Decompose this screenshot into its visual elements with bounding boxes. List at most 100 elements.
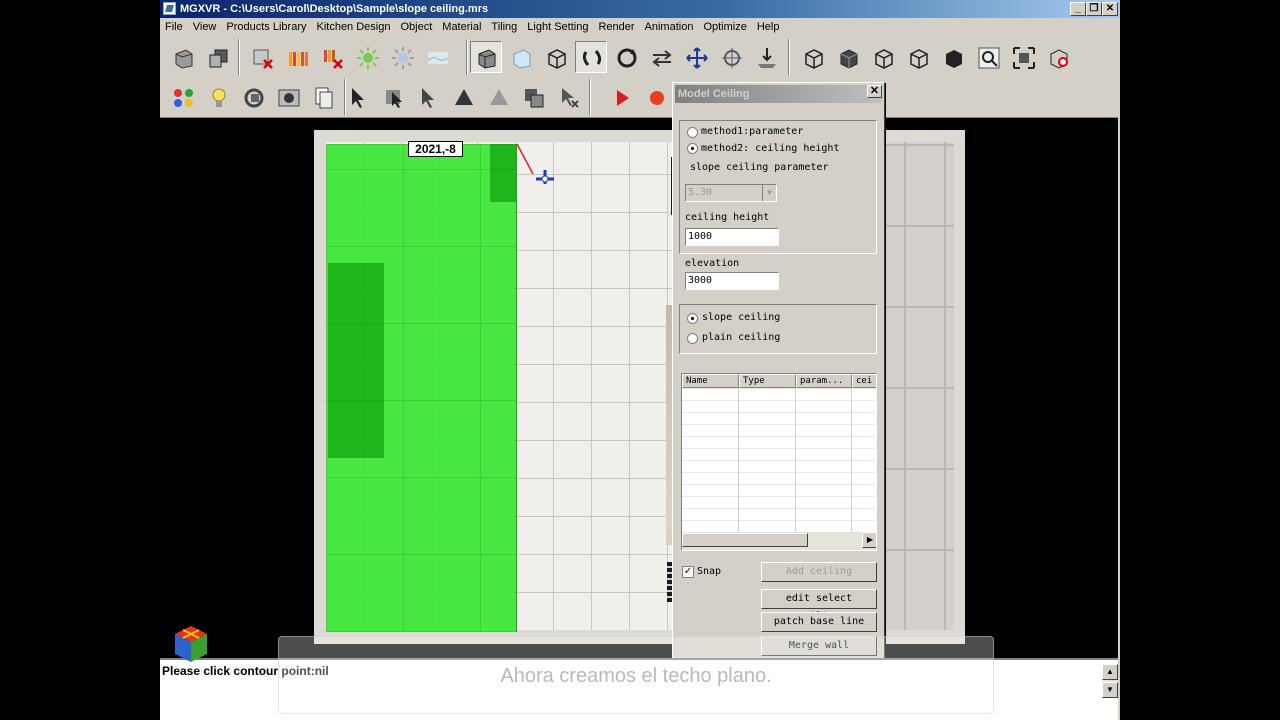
menu-light-setting[interactable]: Light Setting xyxy=(522,18,593,37)
add-ceiling-button[interactable]: Add ceiling xyxy=(761,562,877,582)
ceiling-list-table[interactable]: Name Type param... cei ▶ xyxy=(681,373,877,551)
method1-label: method1:parameter xyxy=(701,126,804,137)
window-title: MGXVR - C:\Users\Carol\Desktop\Sample\sl… xyxy=(180,3,489,15)
menu-optimize[interactable]: Optimize xyxy=(698,18,751,37)
cube-logo-icon xyxy=(175,626,207,662)
select-pointer-button[interactable] xyxy=(342,81,374,113)
camera-view-button[interactable] xyxy=(272,81,304,113)
title-bar: MGXVR - C:\Users\Carol\Desktop\Sample\sl… xyxy=(160,0,1120,18)
col-type[interactable]: Type xyxy=(739,374,796,388)
pyramid-button[interactable] xyxy=(482,81,514,113)
swap-button[interactable] xyxy=(645,41,677,73)
elevation-input[interactable]: 3000 xyxy=(685,272,779,290)
horizontal-scrollbar[interactable]: ▶ xyxy=(682,532,876,550)
status-scrollbar[interactable]: ▲ ▼ xyxy=(1102,664,1118,698)
app-window: MGXVR - C:\Users\Carol\Desktop\Sample\sl… xyxy=(160,0,1120,720)
col-name[interactable]: Name xyxy=(682,374,739,388)
method2-label: method2: ceiling height xyxy=(701,143,840,154)
col-param[interactable]: param... xyxy=(796,374,852,388)
environment-button[interactable] xyxy=(421,41,453,73)
menu-bar: File View Products Library Kitchen Design Ob… xyxy=(160,18,1120,37)
video-subtitle: Ahora creamos el techo plano. xyxy=(278,636,994,714)
method2-radio[interactable] xyxy=(687,143,698,154)
elevation-label: elevation xyxy=(685,258,740,269)
snap-checkbox[interactable]: ✓ xyxy=(682,566,694,578)
target-button[interactable] xyxy=(715,41,747,73)
add-object-button[interactable] xyxy=(167,41,199,73)
restore-button[interactable]: ❐ xyxy=(1086,2,1102,16)
select-move-button[interactable] xyxy=(377,81,409,113)
view-front-button[interactable] xyxy=(832,41,864,73)
method1-radio[interactable] xyxy=(687,127,698,138)
app-logo-icon xyxy=(163,2,176,15)
group-button[interactable] xyxy=(517,81,549,113)
scroll-right-icon[interactable]: ▶ xyxy=(862,532,876,548)
pan-button[interactable] xyxy=(680,41,712,73)
secondary-toolbar xyxy=(160,77,680,117)
menu-products-library[interactable]: Products Library xyxy=(221,18,311,37)
snap-label: Snap xyxy=(697,566,722,577)
slope-ceiling-radio[interactable] xyxy=(687,313,698,324)
close-button[interactable]: ✕ xyxy=(1102,2,1118,16)
move-cursor-icon xyxy=(516,144,554,184)
wireframe-button[interactable] xyxy=(540,41,572,73)
menu-kitchen-design[interactable]: Kitchen Design xyxy=(311,18,395,37)
select-3d-button[interactable] xyxy=(470,41,502,73)
plain-ceiling-radio[interactable] xyxy=(687,333,698,344)
light-effect-button[interactable] xyxy=(386,41,418,73)
view-right-button[interactable] xyxy=(902,41,934,73)
view-top-button[interactable] xyxy=(797,41,829,73)
record-button[interactable] xyxy=(640,81,672,113)
menu-animation[interactable]: Animation xyxy=(640,18,699,37)
menu-view[interactable]: View xyxy=(188,18,222,37)
ceiling-height-input[interactable]: 1000 xyxy=(685,228,779,246)
light-bulb-button[interactable] xyxy=(202,81,234,113)
minimize-button[interactable]: _ xyxy=(1070,2,1086,16)
dialog-title: Model Ceiling xyxy=(675,85,882,103)
zoom-extents-button[interactable] xyxy=(1007,41,1039,73)
copy-object-button[interactable] xyxy=(202,41,234,73)
chevron-down-icon: ▼ xyxy=(762,185,776,201)
ceiling-height-label: ceiling height xyxy=(685,212,770,223)
menu-tiling[interactable]: Tiling xyxy=(486,18,522,37)
sunlight-button[interactable] xyxy=(351,41,383,73)
menu-object[interactable]: Object xyxy=(395,18,437,37)
select-area-button[interactable] xyxy=(412,81,444,113)
model-ceiling-dialog: Model Ceiling ✕ method1:parameter method… xyxy=(672,82,885,696)
zoom-object-button[interactable] xyxy=(1042,41,1074,73)
play-button[interactable] xyxy=(605,81,637,113)
delete-wall-button[interactable] xyxy=(246,41,278,73)
menu-material[interactable]: Material xyxy=(437,18,486,37)
scroll-down-icon[interactable]: ▼ xyxy=(1102,682,1118,698)
material-balls-button[interactable] xyxy=(167,81,199,113)
edit-select-ceiling-button[interactable]: edit select ceiling xyxy=(761,589,877,622)
slope-param-select[interactable]: 5.30 ▼ xyxy=(685,184,777,202)
selected-ceiling-region[interactable] xyxy=(326,144,517,632)
view-left-button[interactable] xyxy=(867,41,899,73)
3d-viewport[interactable]: 2021,-8 xyxy=(160,117,1118,658)
col-ceiling[interactable]: cei xyxy=(852,374,876,388)
rotate-button[interactable] xyxy=(575,41,607,73)
slope-ceiling-label: slope ceiling xyxy=(702,312,781,323)
plain-ceiling-label: plain ceiling xyxy=(702,332,781,343)
menu-render[interactable]: Render xyxy=(593,18,639,37)
dialog-close-button[interactable]: ✕ xyxy=(867,85,882,98)
zoom-button[interactable] xyxy=(972,41,1004,73)
ungroup-button[interactable] xyxy=(552,81,584,113)
wall-color-button[interactable] xyxy=(281,41,313,73)
prism-button[interactable] xyxy=(447,81,479,113)
camera-rotate-button[interactable] xyxy=(237,81,269,113)
view-back-button[interactable] xyxy=(937,41,969,73)
menu-file[interactable]: File xyxy=(160,18,188,37)
coordinate-readout: 2021,-8 xyxy=(408,141,463,157)
drop-to-floor-button[interactable] xyxy=(750,41,782,73)
scroll-up-icon[interactable]: ▲ xyxy=(1102,664,1118,680)
document-button[interactable] xyxy=(307,81,339,113)
delete-color-button[interactable] xyxy=(316,41,348,73)
box-view-button[interactable] xyxy=(505,41,537,73)
patch-base-line-button[interactable]: patch base line xyxy=(761,612,877,632)
orbit-button[interactable] xyxy=(610,41,642,73)
menu-help[interactable]: Help xyxy=(752,18,785,37)
main-toolbar xyxy=(160,37,1120,77)
slope-param-label: slope ceiling parameter xyxy=(690,162,829,173)
